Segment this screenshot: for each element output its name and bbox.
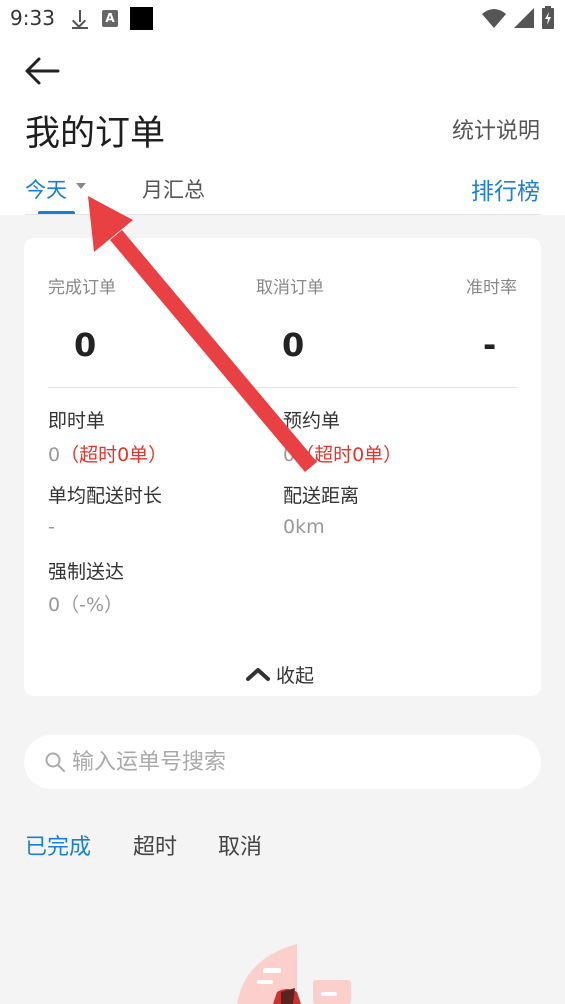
filter-tab-cancelled[interactable]: 取消: [218, 829, 262, 861]
filter-tab-completed[interactable]: 已完成: [25, 829, 91, 861]
status-time: 9:33: [10, 6, 55, 30]
caret-down-icon[interactable]: [76, 183, 86, 189]
back-button[interactable]: [22, 56, 62, 86]
cancelled-orders-label: 取消订单: [256, 278, 324, 298]
black-square-icon: [130, 7, 153, 30]
avg-delivery-time-label: 单均配送时长: [48, 485, 163, 507]
a-box-icon: A: [102, 10, 118, 27]
instant-orders-label: 即时单: [48, 410, 106, 432]
tab-today[interactable]: 今天: [25, 174, 67, 204]
summary-card: 完成订单 取消订单 准时率 0 0 - 即时单 0（超时0单） 预约单 0（超时…: [24, 238, 541, 696]
forced-delivery-value: 0（-%）: [48, 594, 123, 616]
avg-delivery-time-value: -: [48, 516, 55, 538]
collapse-label: 收起: [276, 664, 315, 687]
card-divider: [48, 387, 517, 388]
stats-explain-link[interactable]: 统计说明: [452, 113, 540, 145]
on-time-rate-label: 准时率: [466, 278, 517, 298]
instant-orders-value: 0（超时0单）: [48, 444, 168, 466]
search-input[interactable]: [72, 747, 512, 777]
wifi-icon: [482, 9, 506, 28]
cancelled-orders-value: 0: [282, 326, 305, 364]
search-bar[interactable]: [24, 735, 541, 789]
search-icon: [45, 752, 65, 772]
download-icon: [70, 8, 90, 30]
forced-delivery-label: 强制送达: [48, 561, 125, 583]
delivery-distance-value: 0km: [283, 516, 325, 538]
signal-icon: [514, 8, 534, 28]
battery-icon: [542, 6, 554, 29]
delivery-distance-label: 配送距离: [283, 485, 360, 507]
header: 我的订单 统计说明 今天 月汇总 排行榜: [0, 40, 565, 215]
reserved-orders-value: 0（超时0单）: [283, 444, 403, 466]
filter-tab-overtime[interactable]: 超时: [133, 829, 177, 861]
empty-state-illustration: [235, 940, 365, 1004]
status-left-icons: A: [70, 7, 153, 30]
reserved-orders-label: 预约单: [283, 410, 341, 432]
header-divider: [25, 214, 541, 215]
tab-month-summary[interactable]: 月汇总: [142, 174, 205, 204]
collapse-button[interactable]: 收起: [246, 661, 314, 687]
page-title: 我的订单: [25, 114, 166, 154]
completed-orders-label: 完成订单: [48, 278, 116, 298]
completed-orders-value: 0: [74, 326, 97, 364]
status-right-icons: [481, 6, 555, 30]
status-bar: 9:33 A: [0, 0, 565, 40]
ranking-link[interactable]: 排行榜: [471, 172, 540, 206]
reserved-overtime-note: （超时0单）: [295, 444, 403, 466]
on-time-rate-value: -: [483, 326, 497, 364]
instant-overtime-note: （超时0单）: [60, 444, 168, 466]
chevron-up-icon: [246, 668, 270, 681]
back-arrow-icon: [25, 57, 60, 85]
